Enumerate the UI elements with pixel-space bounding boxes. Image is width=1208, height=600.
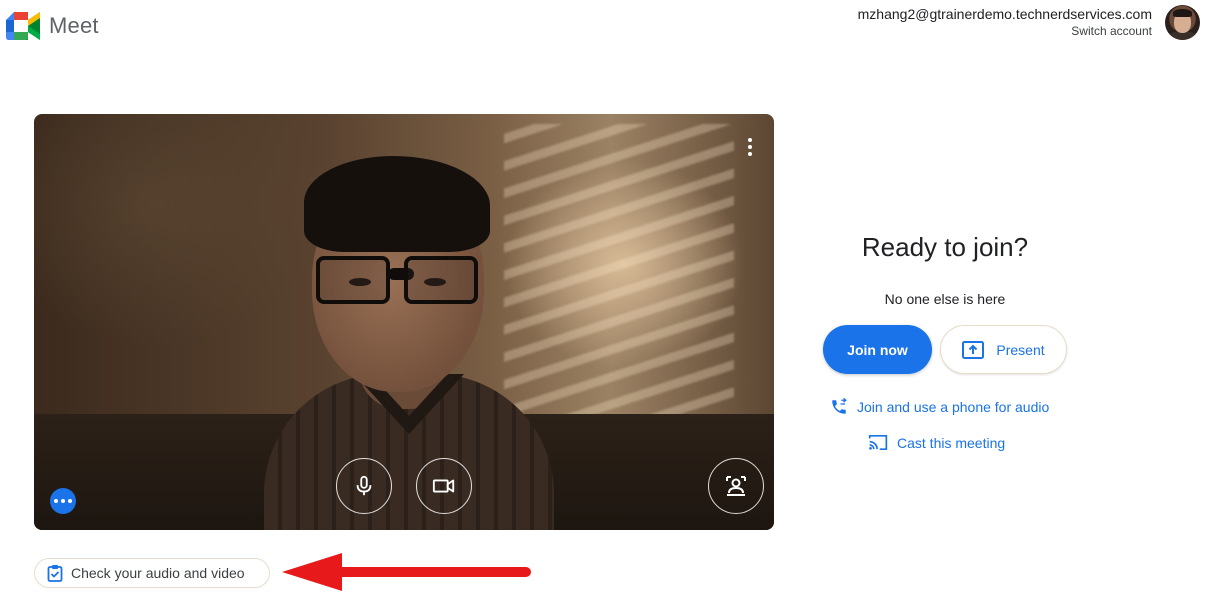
participants-status: No one else is here bbox=[884, 291, 1006, 307]
cast-icon bbox=[868, 435, 888, 450]
microphone-button[interactable] bbox=[336, 458, 392, 514]
check-audio-video-label: Check your audio and video bbox=[71, 565, 245, 581]
present-button[interactable]: Present bbox=[940, 325, 1067, 374]
phone-audio-label: Join and use a phone for audio bbox=[857, 399, 1050, 415]
self-view-person bbox=[234, 144, 574, 530]
present-label: Present bbox=[996, 341, 1045, 358]
join-now-button[interactable]: Join now bbox=[823, 325, 932, 374]
videocam-icon bbox=[432, 479, 455, 493]
account-email: mzhang2@gtrainerdemo.technerdservices.co… bbox=[857, 6, 1152, 22]
meet-logo[interactable]: Meet bbox=[6, 12, 99, 40]
person-hair bbox=[304, 156, 490, 252]
check-audio-video-button[interactable]: Check your audio and video bbox=[34, 558, 270, 588]
account-info: mzhang2@gtrainerdemo.technerdservices.co… bbox=[858, 6, 1152, 39]
camera-preview bbox=[34, 114, 774, 530]
person-glasses bbox=[316, 256, 478, 304]
annotation-arrow-icon bbox=[282, 553, 531, 591]
visual-effects-button[interactable] bbox=[708, 458, 764, 514]
visual-effects-icon bbox=[726, 476, 746, 496]
camera-button[interactable] bbox=[416, 458, 472, 514]
avatar-hair bbox=[1173, 9, 1192, 17]
microphone-icon bbox=[356, 475, 372, 496]
app-name: Meet bbox=[49, 13, 99, 38]
clipboard-check-icon bbox=[47, 565, 63, 582]
cast-meeting-link[interactable]: Cast this meeting bbox=[868, 434, 1005, 451]
cast-label: Cast this meeting bbox=[897, 434, 1006, 451]
more-vert-icon[interactable] bbox=[748, 138, 752, 159]
present-to-all-icon bbox=[962, 340, 985, 359]
avatar[interactable] bbox=[1165, 5, 1200, 40]
meet-logo-icon bbox=[6, 12, 40, 40]
phone-audio-link[interactable]: Join and use a phone for audio bbox=[830, 398, 1049, 416]
ready-to-join-title: Ready to join? bbox=[861, 232, 1029, 262]
switch-account-link[interactable]: Switch account bbox=[858, 23, 1152, 39]
more-horiz-icon[interactable] bbox=[50, 488, 76, 514]
phone-forwarded-icon bbox=[832, 398, 847, 414]
